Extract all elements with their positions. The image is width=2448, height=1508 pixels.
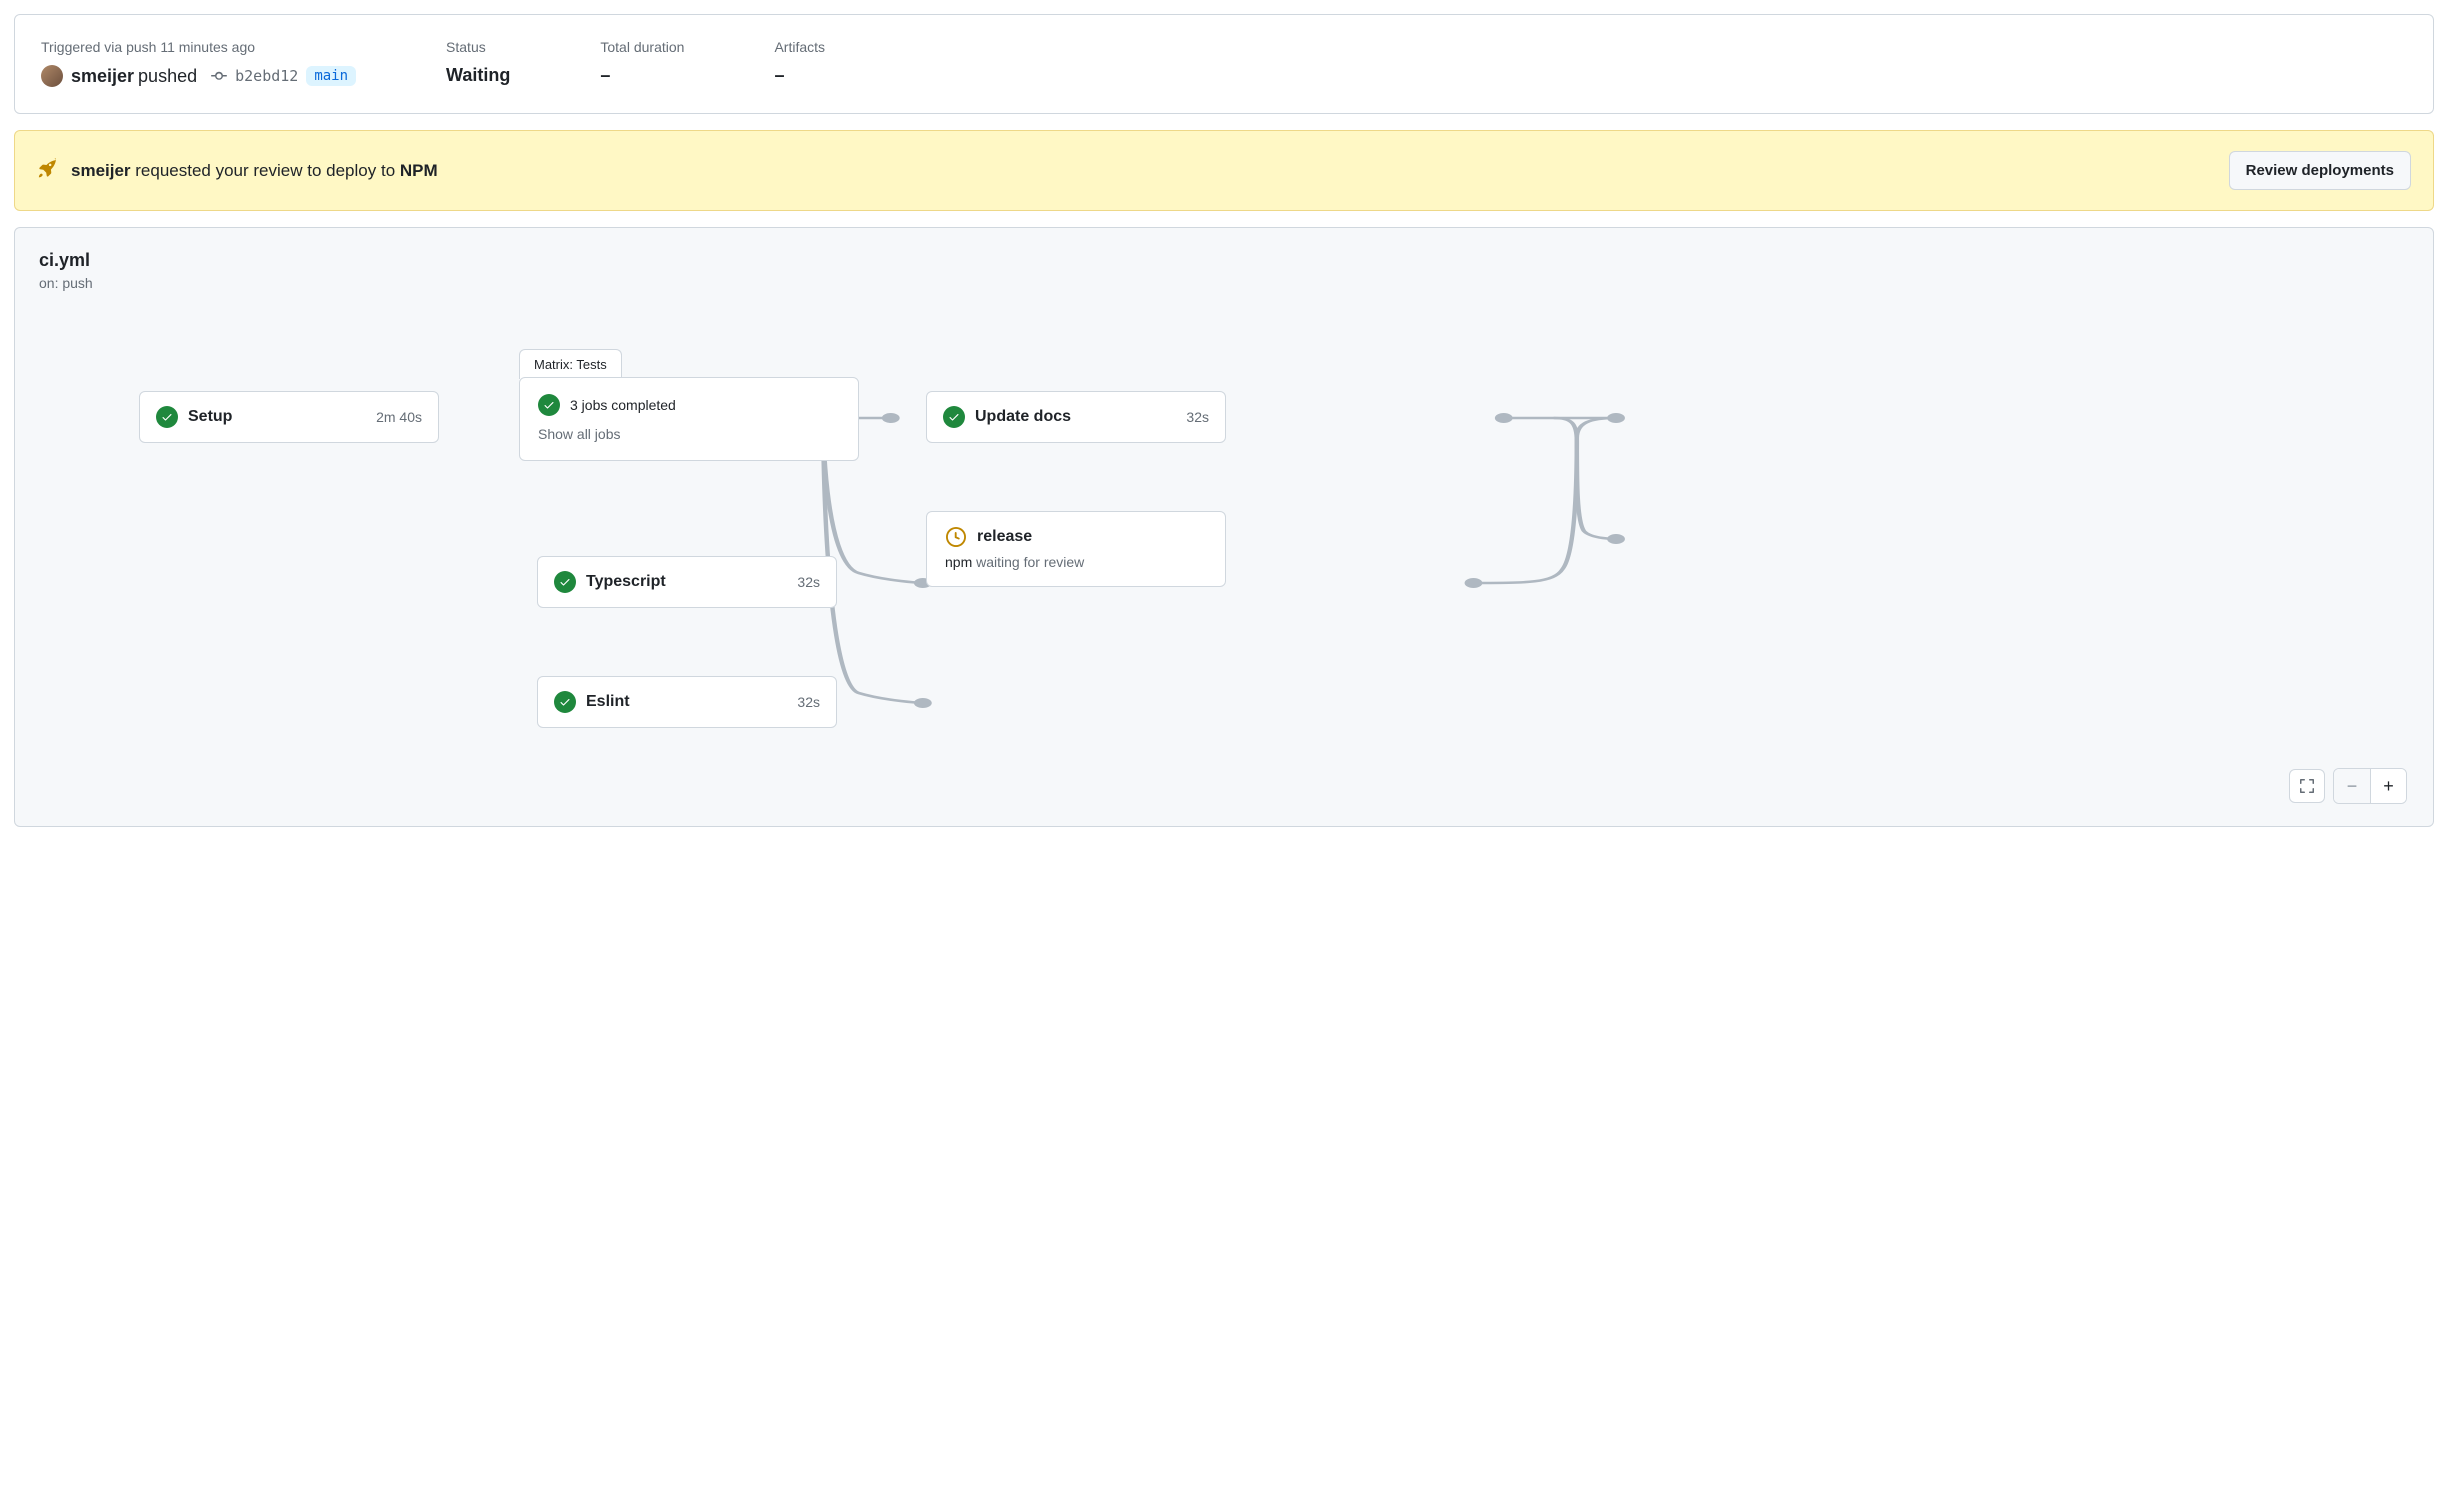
- check-icon: [943, 406, 965, 428]
- trigger-column: Triggered via push 11 minutes ago smeije…: [41, 39, 356, 87]
- zoom-controls: − +: [2289, 768, 2407, 804]
- job-typescript-duration: 32s: [797, 574, 820, 590]
- check-icon: [156, 406, 178, 428]
- commit-sha[interactable]: b2ebd12: [235, 67, 298, 85]
- workflow-title[interactable]: ci.yml: [39, 250, 2409, 271]
- status-label: Status: [446, 39, 510, 55]
- banner-text: smeijer requested your review to deploy …: [71, 161, 438, 181]
- job-release-title: release: [977, 528, 1032, 546]
- run-summary-card: Triggered via push 11 minutes ago smeije…: [14, 14, 2434, 114]
- fullscreen-button[interactable]: [2289, 769, 2325, 803]
- trigger-actor[interactable]: smeijer: [71, 66, 134, 87]
- zoom-in-button[interactable]: +: [2370, 769, 2406, 803]
- duration-label: Total duration: [600, 39, 684, 55]
- clock-icon: [945, 526, 967, 548]
- check-icon: [538, 394, 560, 416]
- status-value: Waiting: [446, 65, 510, 86]
- duration-value: –: [600, 65, 684, 86]
- job-setup[interactable]: Setup 2m 40s: [139, 391, 439, 443]
- job-typescript-title: Typescript: [586, 573, 666, 591]
- trigger-action: pushed: [138, 66, 197, 87]
- job-setup-duration: 2m 40s: [376, 409, 422, 425]
- job-typescript[interactable]: Typescript 32s: [537, 556, 837, 608]
- artifacts-value: –: [774, 65, 825, 86]
- job-matrix-title: 3 jobs completed: [570, 397, 676, 413]
- matrix-tab: Matrix: Tests: [519, 349, 622, 379]
- trigger-line: smeijer pushed b2ebd12 main: [41, 65, 356, 87]
- rocket-icon: [37, 158, 57, 183]
- job-update-docs[interactable]: Update docs 32s: [926, 391, 1226, 443]
- trigger-label: Triggered via push 11 minutes ago: [41, 39, 356, 55]
- job-setup-title: Setup: [188, 408, 232, 426]
- status-column: Status Waiting: [446, 39, 510, 87]
- branch-pill[interactable]: main: [306, 66, 356, 86]
- graph-area[interactable]: Setup 2m 40s Matrix: Tests 3 jobs comple…: [39, 311, 2409, 791]
- review-banner: smeijer requested your review to deploy …: [14, 130, 2434, 211]
- artifacts-label: Artifacts: [774, 39, 825, 55]
- job-eslint-duration: 32s: [797, 694, 820, 710]
- commit-icon: [211, 68, 227, 84]
- job-update-docs-title: Update docs: [975, 408, 1071, 426]
- workflow-graph-card: ci.yml on: push Setup 2m 40s: [14, 227, 2434, 827]
- avatar[interactable]: [41, 65, 63, 87]
- check-icon: [554, 571, 576, 593]
- job-release[interactable]: release npm waiting for review: [926, 511, 1226, 587]
- artifacts-column: Artifacts –: [774, 39, 825, 87]
- review-deployments-button[interactable]: Review deployments: [2229, 151, 2411, 190]
- duration-column: Total duration –: [600, 39, 684, 87]
- job-matrix-subtitle[interactable]: Show all jobs: [538, 426, 840, 442]
- job-eslint-title: Eslint: [586, 693, 630, 711]
- workflow-subtitle: on: push: [39, 275, 2409, 291]
- job-update-docs-duration: 32s: [1186, 409, 1209, 425]
- job-eslint[interactable]: Eslint 32s: [537, 676, 837, 728]
- zoom-out-button[interactable]: −: [2334, 769, 2370, 803]
- job-matrix-tests[interactable]: 3 jobs completed Show all jobs: [519, 377, 859, 461]
- job-release-subtitle: npm waiting for review: [945, 554, 1207, 570]
- banner-message: smeijer requested your review to deploy …: [37, 158, 438, 183]
- check-icon: [554, 691, 576, 713]
